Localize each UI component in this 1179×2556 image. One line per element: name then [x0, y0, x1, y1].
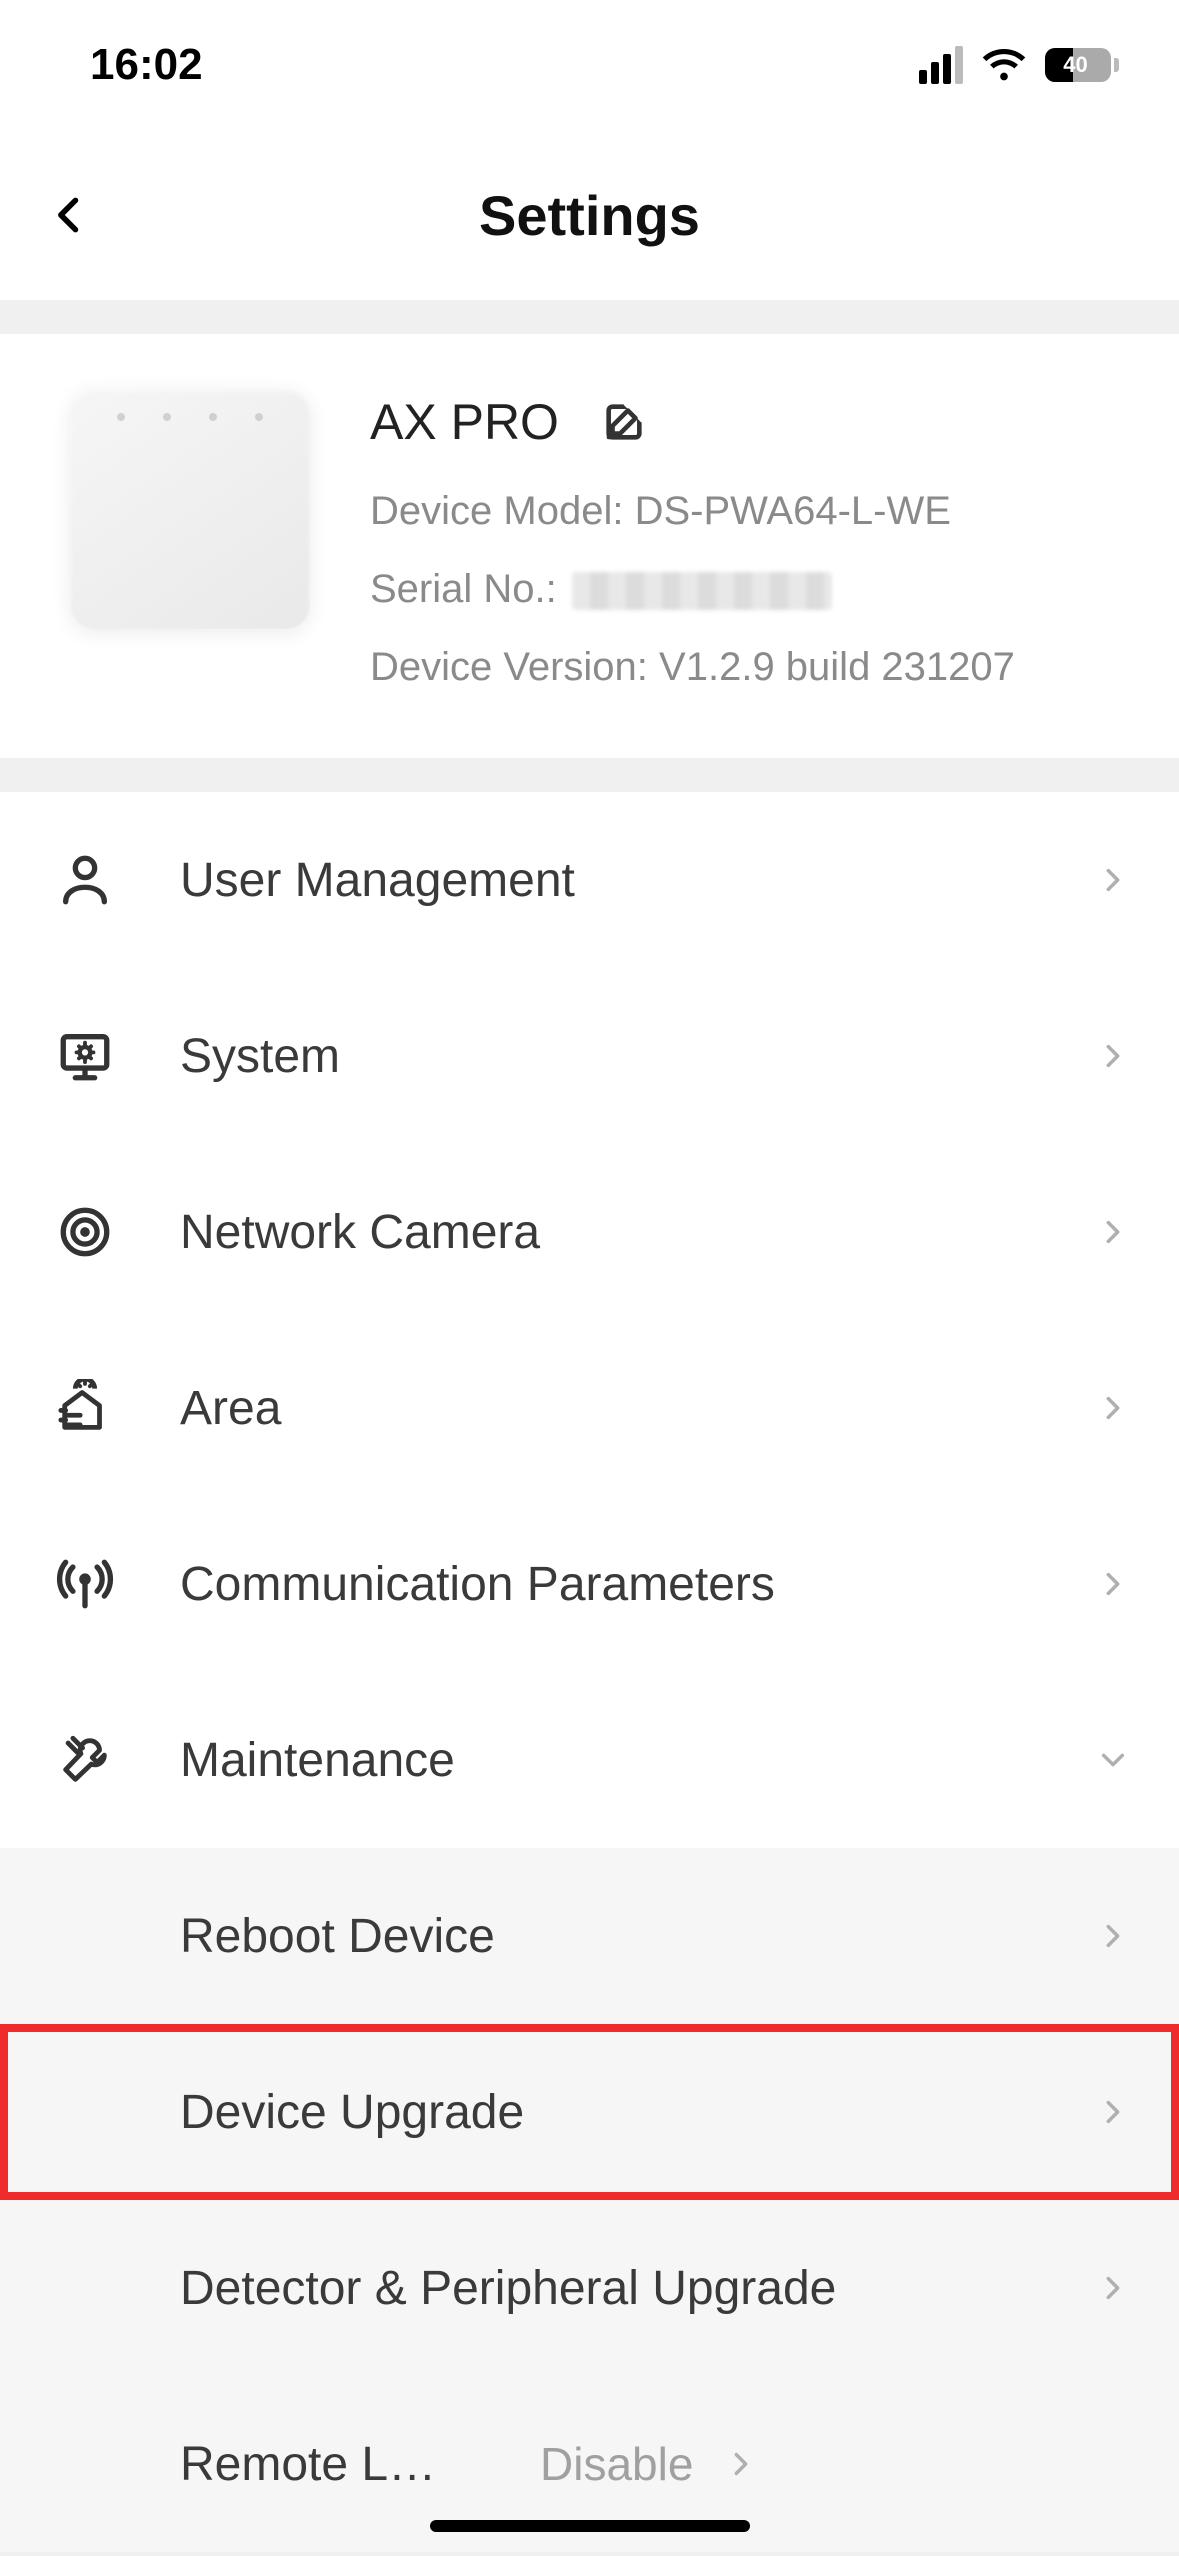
- device-model-label: Device Model:: [370, 489, 623, 533]
- chevron-right-icon: [1095, 1390, 1131, 1426]
- maintenance-row[interactable]: Maintenance: [0, 1672, 1179, 1848]
- home-indicator: [430, 2520, 750, 2532]
- back-button[interactable]: [40, 185, 100, 245]
- device-serial-row: Serial No.:: [370, 553, 1131, 625]
- area-row[interactable]: Area: [0, 1320, 1179, 1496]
- settings-list: User Management System Network Camera Ar…: [0, 792, 1179, 1848]
- network-camera-row[interactable]: Network Camera: [0, 1144, 1179, 1320]
- device-serial-label: Serial No.:: [370, 567, 557, 611]
- chevron-right-icon: [1095, 862, 1131, 898]
- system-icon: [56, 1027, 140, 1085]
- reboot-device-label: Reboot Device: [180, 1909, 1095, 1964]
- chevron-right-icon: [1095, 1566, 1131, 1602]
- section-gap: [0, 2552, 1179, 2556]
- network-camera-label: Network Camera: [140, 1205, 1095, 1260]
- nav-bar: Settings: [0, 130, 1179, 300]
- battery-icon: 40: [1045, 48, 1119, 82]
- status-time: 16:02: [90, 40, 203, 90]
- remote-l-label: Remote L…: [180, 2437, 540, 2492]
- chevron-right-icon: [1095, 1214, 1131, 1250]
- section-gap: [0, 758, 1179, 792]
- device-upgrade-row[interactable]: Device Upgrade: [0, 2024, 1179, 2200]
- user-management-label: User Management: [140, 853, 1095, 908]
- device-info-card: AX PRO Device Model: DS-PWA64-L-WE Seria…: [0, 334, 1179, 758]
- communication-parameters-label: Communication Parameters: [140, 1557, 1095, 1612]
- device-version-row: Device Version: V1.2.9 build 231207: [370, 631, 1131, 703]
- area-icon: [56, 1379, 140, 1437]
- device-upgrade-label: Device Upgrade: [180, 2085, 1095, 2140]
- chevron-down-icon: [1095, 1742, 1131, 1778]
- antenna-icon: [56, 1555, 140, 1613]
- status-bar: 16:02 40: [0, 0, 1179, 130]
- status-right: 40: [919, 45, 1119, 85]
- reboot-device-row[interactable]: Reboot Device: [0, 1848, 1179, 2024]
- cell-signal-icon: [919, 46, 963, 84]
- section-gap: [0, 300, 1179, 334]
- edit-name-button[interactable]: [599, 397, 649, 447]
- device-model-value: DS-PWA64-L-WE: [635, 489, 951, 533]
- device-version-value: V1.2.9 build 231207: [659, 645, 1015, 689]
- system-label: System: [140, 1029, 1095, 1084]
- user-management-row[interactable]: User Management: [0, 792, 1179, 968]
- chevron-right-icon: [1095, 2270, 1131, 2306]
- wifi-icon: [981, 45, 1027, 85]
- user-icon: [56, 851, 140, 909]
- detector-upgrade-row[interactable]: Detector & Peripheral Upgrade: [0, 2200, 1179, 2376]
- chevron-right-icon: [1095, 2094, 1131, 2130]
- device-serial-redacted: [572, 572, 832, 610]
- device-version-label: Device Version:: [370, 645, 648, 689]
- page-title: Settings: [0, 183, 1179, 248]
- chevron-right-icon: [1095, 1918, 1131, 1954]
- tools-icon: [56, 1731, 140, 1789]
- chevron-right-icon: [1095, 1038, 1131, 1074]
- detector-upgrade-label: Detector & Peripheral Upgrade: [180, 2261, 1095, 2316]
- communication-parameters-row[interactable]: Communication Parameters: [0, 1496, 1179, 1672]
- area-label: Area: [140, 1381, 1095, 1436]
- remote-l-value: Disable: [540, 2437, 723, 2491]
- maintenance-sublist: Reboot Device Device Upgrade Detector & …: [0, 1848, 1179, 2552]
- maintenance-label: Maintenance: [140, 1733, 1095, 1788]
- system-row[interactable]: System: [0, 968, 1179, 1144]
- camera-icon: [56, 1203, 140, 1261]
- device-name: AX PRO: [370, 393, 559, 451]
- chevron-right-icon: [723, 2446, 759, 2482]
- device-image: [70, 389, 310, 629]
- device-model-row: Device Model: DS-PWA64-L-WE: [370, 475, 1131, 547]
